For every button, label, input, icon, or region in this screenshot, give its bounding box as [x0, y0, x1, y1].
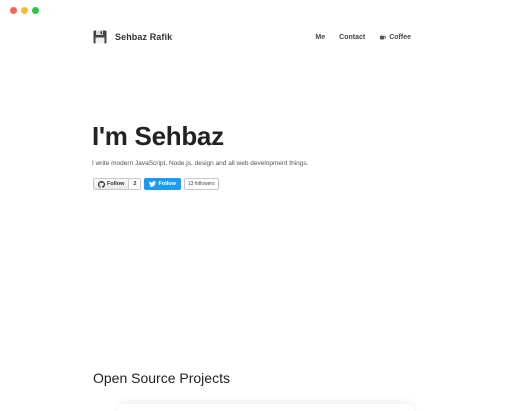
hero-title: I'm Sehbaz — [92, 121, 224, 151]
main-nav: Me Contact Coffee — [315, 34, 411, 41]
floppy-disk-logo-icon — [93, 30, 107, 44]
site-header: Sehbaz Rafik Me Contact Coffee — [93, 28, 411, 46]
minimize-window-button[interactable] — [21, 7, 28, 14]
twitter-follow-label: Follow — [158, 181, 176, 187]
site-name: Sehbaz Rafik — [115, 32, 173, 42]
github-follower-count[interactable]: 2 — [129, 178, 142, 190]
hero-subtitle: I write modern JavaScript, Node.js, desi… — [92, 160, 309, 167]
twitter-follow-button[interactable]: Follow — [144, 178, 181, 190]
nav-link-me[interactable]: Me — [315, 34, 325, 41]
twitter-bird-icon — [149, 181, 157, 187]
hero-section: I'm Sehbaz I write modern JavaScript, No… — [92, 120, 308, 167]
brand[interactable]: Sehbaz Rafik — [93, 30, 172, 44]
open-source-section-title: Open Source Projects — [93, 370, 230, 386]
twitter-follower-count[interactable]: 13 followers — [183, 178, 219, 190]
project-card-preview — [118, 404, 414, 411]
github-icon — [98, 180, 105, 188]
github-follow-button[interactable]: Follow — [93, 178, 130, 190]
github-follow-widget: Follow 2 — [93, 178, 142, 190]
maximize-window-button[interactable] — [32, 7, 39, 14]
nav-link-coffee-label: Coffee — [389, 33, 411, 41]
coffee-cup-icon — [380, 34, 387, 40]
window-controls — [10, 7, 39, 14]
github-follow-label: Follow — [107, 181, 125, 187]
nav-link-coffee[interactable]: Coffee — [379, 34, 411, 41]
nav-link-contact[interactable]: Contact — [339, 34, 365, 41]
social-buttons: Follow 2 Follow 13 followers — [93, 178, 219, 190]
close-window-button[interactable] — [10, 7, 17, 14]
